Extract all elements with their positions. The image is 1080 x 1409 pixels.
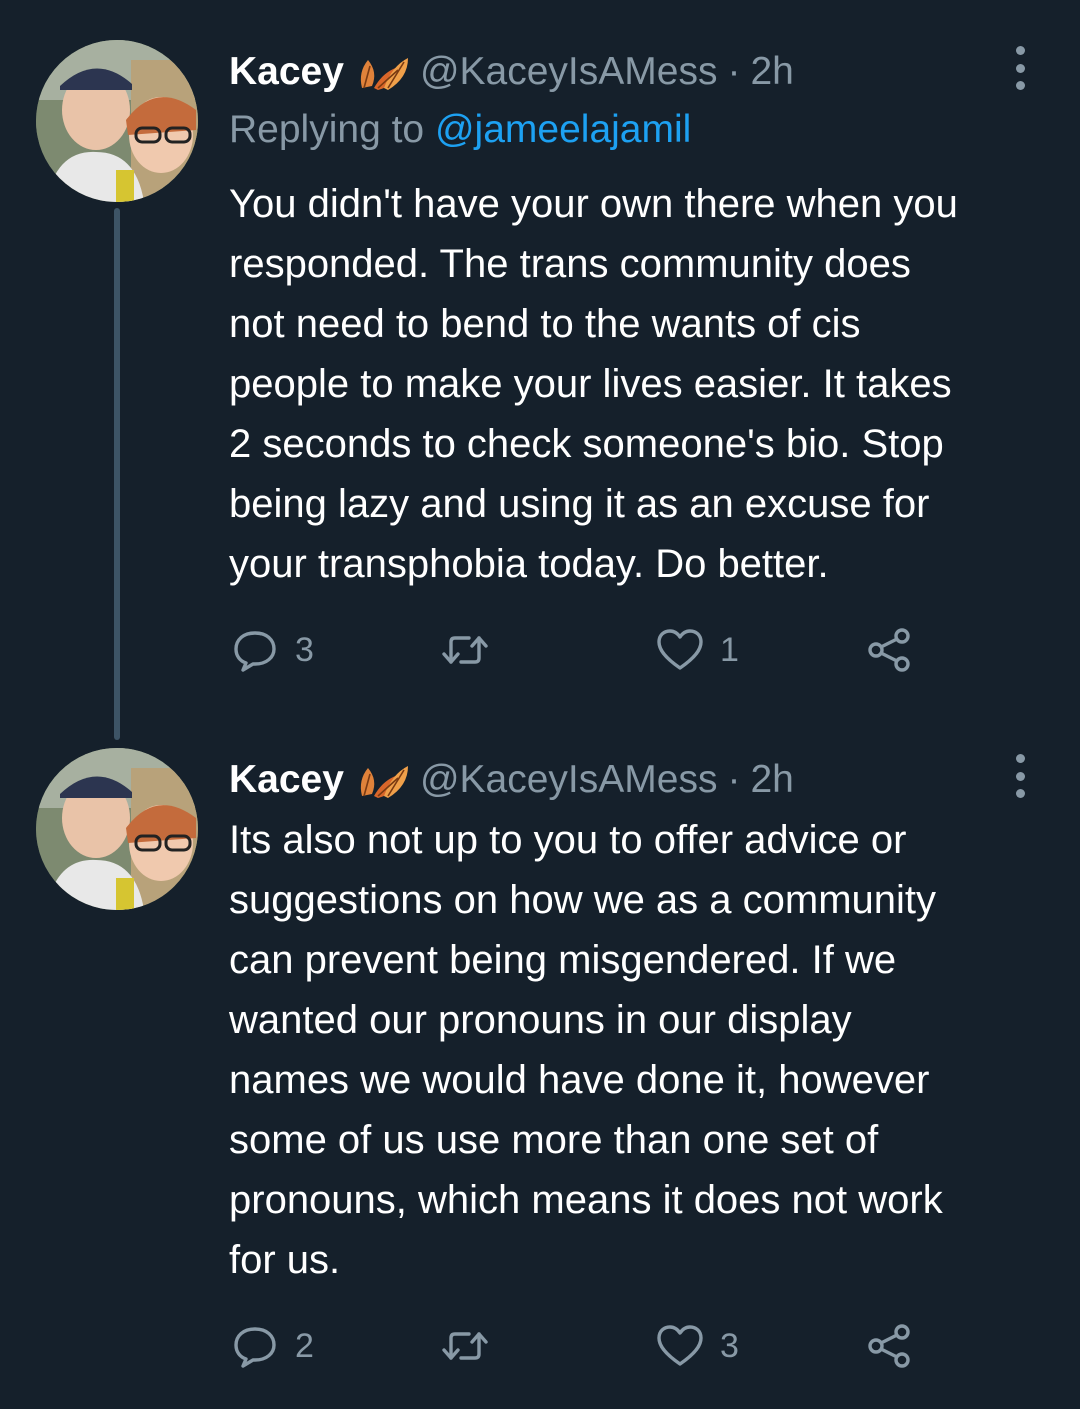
timestamp[interactable]: 2h [750,50,793,94]
replying-prefix: Replying to [229,108,425,151]
display-name[interactable]: Kacey [229,758,344,802]
timestamp[interactable]: 2h [750,758,793,802]
retweet-icon [442,636,488,664]
retweet-button[interactable] [439,1316,505,1376]
avatar-photo [36,40,198,202]
reply-button[interactable]: 2 [229,1316,314,1376]
tweet-header: Kacey @KaceyIsAMess · 2h [229,750,794,810]
replying-to: Replying to @jameelajamil [229,108,691,152]
reply-count: 2 [295,1326,314,1365]
tweet-actions: 2 3 [229,1316,929,1376]
retweet-button[interactable] [439,620,505,680]
separator-dot: · [727,758,741,801]
tweet-text: You didn't have your own there when you … [229,182,958,586]
avatar[interactable] [36,748,198,910]
reply-button[interactable]: 3 [229,620,314,680]
heart-icon [657,629,703,670]
tweet[interactable]: Kacey @KaceyIsAMess · 2h Replying to @ja… [0,0,1080,740]
leaves-icon [354,760,410,800]
like-button[interactable]: 3 [654,1316,739,1376]
separator-dot: · [727,50,741,93]
mention-link[interactable]: @jameelajamil [435,108,691,151]
reply-icon [234,1327,276,1368]
like-count: 3 [720,1326,739,1365]
like-button[interactable]: 1 [654,620,739,680]
avatar[interactable] [36,40,198,202]
tweet-text: Its also not up to you to offer advice o… [229,818,943,1282]
share-button[interactable] [863,620,915,680]
retweet-icon [442,1332,488,1360]
share-button[interactable] [863,1316,915,1376]
tweet-actions: 3 1 [229,620,929,680]
avatar-photo [36,748,198,910]
more-options-icon[interactable] [1008,754,1032,798]
share-icon [868,628,910,672]
tweet-header: Kacey @KaceyIsAMess · 2h [229,42,794,102]
leaves-icon [354,52,410,92]
user-handle[interactable]: @KaceyIsAMess [420,758,718,802]
thread-line [114,208,120,740]
tweet[interactable]: Kacey @KaceyIsAMess · 2h Its also not up… [0,740,1080,1409]
more-options-icon[interactable] [1008,46,1032,90]
share-icon [868,1324,910,1368]
like-count: 1 [720,630,739,669]
user-handle[interactable]: @KaceyIsAMess [420,50,718,94]
reply-icon [234,631,276,672]
reply-count: 3 [295,630,314,669]
heart-icon [657,1325,703,1366]
display-name[interactable]: Kacey [229,50,344,94]
